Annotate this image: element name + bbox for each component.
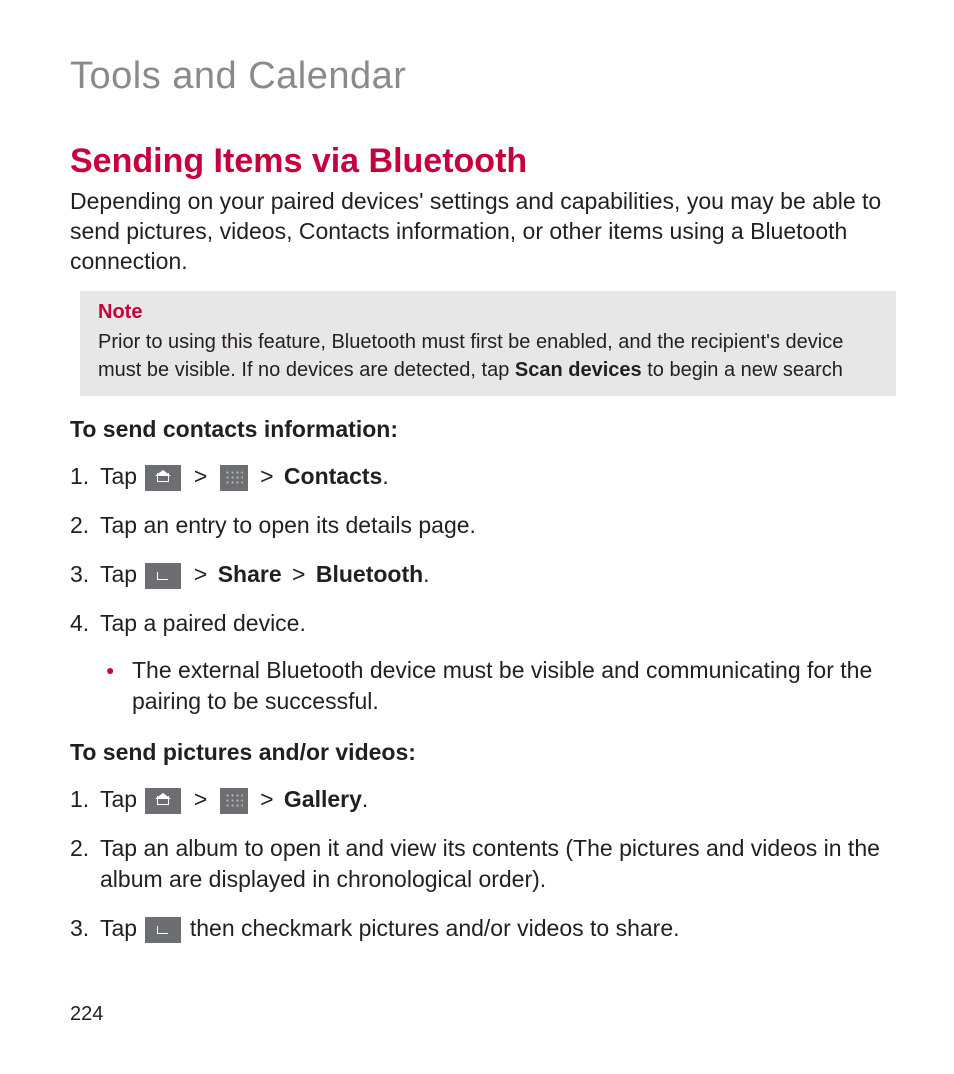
breadcrumb-separator: > — [288, 561, 309, 587]
section-title: Sending Items via Bluetooth — [70, 142, 894, 181]
step-media-2: Tap an album to open it and view its con… — [70, 833, 894, 895]
chapter-title: Tools and Calendar — [70, 55, 894, 98]
period: . — [362, 786, 368, 812]
target-share: Share — [218, 561, 282, 587]
apps-icon — [220, 465, 248, 491]
step-media-1: Tap > > Gallery. — [70, 784, 894, 815]
heading-media: To send pictures and/or videos: — [70, 739, 894, 766]
breadcrumb-separator: > — [190, 463, 211, 489]
step-tail: then checkmark pictures and/or videos to… — [190, 915, 680, 941]
breadcrumb-separator: > — [256, 786, 277, 812]
bullet-list: The external Bluetooth device must be vi… — [70, 655, 894, 717]
breadcrumb-separator: > — [256, 463, 277, 489]
step-media-3: Tap then checkmark pictures and/or video… — [70, 913, 894, 944]
note-text: Prior to using this feature, Bluetooth m… — [98, 328, 878, 384]
bullet-item: The external Bluetooth device must be vi… — [106, 655, 894, 717]
note-label: Note — [98, 301, 878, 324]
step-contacts-1: Tap > > Contacts. — [70, 461, 894, 492]
note-box: Note Prior to using this feature, Blueto… — [80, 291, 896, 396]
step-text: Tap — [100, 463, 143, 489]
period: . — [423, 561, 429, 587]
steps-contacts: Tap > > Contacts. Tap an entry to open i… — [70, 461, 894, 639]
step-text: Tap — [100, 561, 143, 587]
intro-paragraph: Depending on your paired devices' settin… — [70, 187, 894, 277]
note-text-2: to begin a new search — [642, 359, 843, 381]
target-contacts: Contacts — [284, 463, 382, 489]
heading-contacts: To send contacts information: — [70, 416, 894, 443]
home-icon — [145, 788, 181, 814]
step-text: Tap — [100, 786, 143, 812]
target-bluetooth: Bluetooth — [316, 561, 423, 587]
page-number: 224 — [70, 1003, 103, 1026]
period: . — [382, 463, 388, 489]
step-text: Tap — [100, 915, 143, 941]
target-gallery: Gallery — [284, 786, 362, 812]
step-contacts-3: Tap > Share > Bluetooth. — [70, 559, 894, 590]
breadcrumb-separator: > — [190, 561, 211, 587]
menu-icon — [145, 563, 181, 589]
step-contacts-4: Tap a paired device. — [70, 608, 894, 639]
apps-icon — [220, 788, 248, 814]
home-icon — [145, 465, 181, 491]
breadcrumb-separator: > — [190, 786, 211, 812]
step-contacts-2: Tap an entry to open its details page. — [70, 510, 894, 541]
menu-icon — [145, 917, 181, 943]
steps-media: Tap > > Gallery. Tap an album to open it… — [70, 784, 894, 944]
note-bold: Scan devices — [515, 359, 642, 381]
